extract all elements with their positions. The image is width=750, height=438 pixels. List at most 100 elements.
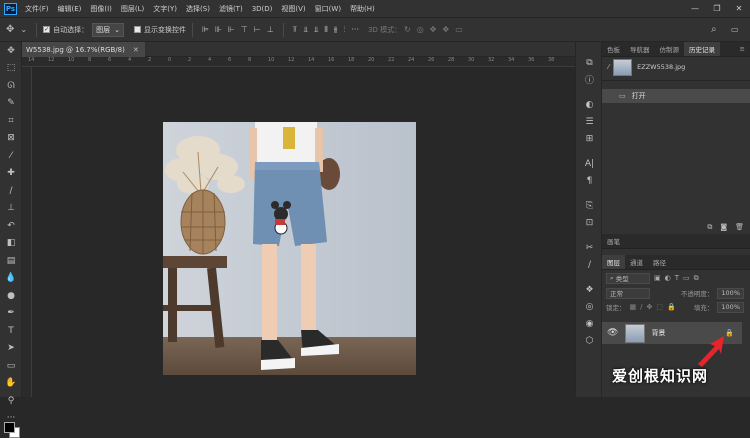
new-document-from-state-icon[interactable]: ⧉ <box>707 223 712 232</box>
tab-swatches[interactable]: 色板 <box>602 42 625 56</box>
move-tool-icon[interactable]: ✥ <box>0 42 22 60</box>
document-image[interactable] <box>163 122 416 375</box>
distribute-right-icon[interactable]: ⫶ <box>343 25 345 35</box>
menu-help[interactable]: 帮助(H) <box>350 4 375 14</box>
tab-paths[interactable]: 路径 <box>648 255 671 269</box>
gradient-tool-icon[interactable]: ▤ <box>0 252 22 270</box>
eyedropper-tool-icon[interactable]: ⁄ <box>0 147 22 165</box>
panel-menu-icon[interactable]: ≡ <box>735 42 750 56</box>
brush-tool-icon[interactable]: ∕ <box>0 182 22 200</box>
menu-select[interactable]: 选择(S) <box>186 4 210 14</box>
filter-pixel-icon[interactable]: ▣ <box>654 274 661 282</box>
3d-scale-icon[interactable]: ▭ <box>455 25 463 34</box>
opacity-field[interactable]: 100% <box>717 287 744 299</box>
tab-brush[interactable]: 画笔 <box>602 234 625 248</box>
menu-layer[interactable]: 图层(L) <box>121 4 144 14</box>
more-options-icon[interactable]: ··· <box>351 25 359 34</box>
minimize-icon[interactable]: — <box>684 0 706 17</box>
trash-icon[interactable]: 🗑 <box>735 223 744 231</box>
color-panel-icon[interactable]: ◐ <box>576 96 603 113</box>
history-state-open[interactable]: ▭ 打开 <box>602 89 750 103</box>
pen-tool-icon[interactable]: ✒ <box>0 305 22 323</box>
menu-window[interactable]: 窗口(W) <box>315 4 341 14</box>
healing-brush-tool-icon[interactable]: ✚ <box>0 165 22 183</box>
tab-history[interactable]: 历史记录 <box>684 42 720 56</box>
libraries-icon[interactable]: ⎘ <box>576 197 603 214</box>
blur-tool-icon[interactable]: 💧 <box>0 270 22 288</box>
channels-icon[interactable]: ◉ <box>576 315 603 332</box>
history-brush-tool-icon[interactable]: ↶ <box>0 217 22 235</box>
camera-icon[interactable]: ◙ <box>720 223 727 231</box>
menu-file[interactable]: 文件(F) <box>25 4 49 14</box>
adjustments-icon[interactable]: ⊞ <box>576 130 603 147</box>
foreground-color[interactable] <box>4 422 15 433</box>
menu-view[interactable]: 视图(V) <box>281 4 305 14</box>
workspace-icon[interactable]: ▭ <box>731 25 739 34</box>
character-icon[interactable]: A| <box>576 155 603 172</box>
brushes-icon[interactable]: ∕ <box>576 256 603 273</box>
frame-tool-icon[interactable]: ⊠ <box>0 130 22 148</box>
paragraph-icon[interactable]: ¶ <box>576 172 603 189</box>
menu-filter[interactable]: 滤镜(T) <box>219 4 243 14</box>
lock-transparent-icon[interactable]: ▦ <box>630 303 637 311</box>
document-tab[interactable]: W5538.jpg @ 16.7%(RGB/8) ✕ <box>22 42 145 57</box>
distribute-hcenter-icon[interactable]: ⫵ <box>334 25 338 35</box>
lock-image-icon[interactable]: ∕ <box>640 303 642 311</box>
history-panel-icon[interactable]: ⧉ <box>576 54 603 71</box>
blend-mode-dropdown[interactable]: 正常 <box>606 287 650 299</box>
clone-stamp-tool-icon[interactable]: ⊥ <box>0 200 22 218</box>
menu-edit[interactable]: 编辑(E) <box>58 4 82 14</box>
zoom-tool-icon[interactable]: ⚲ <box>0 392 22 410</box>
path-select-tool-icon[interactable]: ➤ <box>0 340 22 358</box>
history-snapshot[interactable]: ⁄ EZZW5538.jpg <box>602 56 750 78</box>
hand-tool-icon[interactable]: ✋ <box>0 375 22 393</box>
glyphs-icon[interactable]: ⊡ <box>576 214 603 231</box>
info-icon[interactable]: ⓘ <box>576 71 603 88</box>
tab-channels[interactable]: 通道 <box>625 255 648 269</box>
distribute-vcenter-icon[interactable]: ⫫ <box>303 25 308 35</box>
search-icon[interactable]: ⌕ <box>711 24 717 35</box>
lasso-tool-icon[interactable]: ᘏ <box>0 77 22 95</box>
close-icon[interactable]: ✕ <box>133 46 139 54</box>
lock-position-icon[interactable]: ✥ <box>646 303 652 311</box>
align-bottom-icon[interactable]: ⊥ <box>267 25 274 34</box>
align-right-icon[interactable]: ⊩ <box>228 25 235 34</box>
quick-select-tool-icon[interactable]: ✎ <box>0 95 22 113</box>
rectangle-tool-icon[interactable]: ▭ <box>0 357 22 375</box>
fill-field[interactable]: 100% <box>717 301 744 313</box>
dodge-tool-icon[interactable]: ● <box>0 287 22 305</box>
tab-clone-source[interactable]: 仿制源 <box>655 42 685 56</box>
tool-presets-icon[interactable]: ✂ <box>576 239 603 256</box>
distribute-bottom-icon[interactable]: ⫫ <box>314 25 319 35</box>
layer-kind-filter[interactable]: ⌕ 类型 <box>606 272 650 284</box>
distribute-top-icon[interactable]: ⫪ <box>293 25 298 35</box>
filter-adjustment-icon[interactable]: ◐ <box>665 274 671 282</box>
move-tool-icon[interactable]: ✥ <box>6 24 14 35</box>
eraser-tool-icon[interactable]: ◧ <box>0 235 22 253</box>
auto-select-dropdown[interactable]: 图层 ⌄ <box>92 22 124 37</box>
tab-layers[interactable]: 图层 <box>602 255 625 269</box>
maximize-icon[interactable]: ❐ <box>706 0 728 17</box>
3d-orbit-icon[interactable]: ↻ <box>404 25 411 34</box>
align-left-icon[interactable]: ⊫ <box>202 25 209 34</box>
chevron-down-icon[interactable]: ⌄ <box>20 25 27 34</box>
3d-roll-icon[interactable]: ◎ <box>417 25 424 34</box>
filter-shape-icon[interactable]: ▭ <box>683 274 690 282</box>
history-brush-source-icon[interactable]: ⁄ <box>608 63 609 71</box>
show-transform-checkbox[interactable] <box>133 26 141 33</box>
lock-all-icon[interactable]: 🔒 <box>667 303 676 311</box>
color-swatches[interactable] <box>4 422 20 438</box>
lock-artboard-icon[interactable]: ⬚ <box>656 303 663 311</box>
swatches-icon[interactable]: ◎ <box>576 298 603 315</box>
filter-type-icon[interactable]: T <box>675 274 679 282</box>
eye-icon[interactable]: 👁 <box>607 328 618 338</box>
distribute-left-icon[interactable]: ⫴ <box>324 25 327 35</box>
align-vcenter-icon[interactable]: ⊢ <box>254 25 261 34</box>
3d-slide-icon[interactable]: ✥ <box>442 25 449 34</box>
auto-select-checkbox[interactable]: ✓ <box>43 26 51 33</box>
menu-type[interactable]: 文字(Y) <box>153 4 177 14</box>
type-tool-icon[interactable]: T <box>0 322 22 340</box>
align-top-icon[interactable]: ⊤ <box>241 25 248 34</box>
close-icon[interactable]: ✕ <box>728 0 750 17</box>
tab-navigator[interactable]: 导航器 <box>625 42 655 56</box>
